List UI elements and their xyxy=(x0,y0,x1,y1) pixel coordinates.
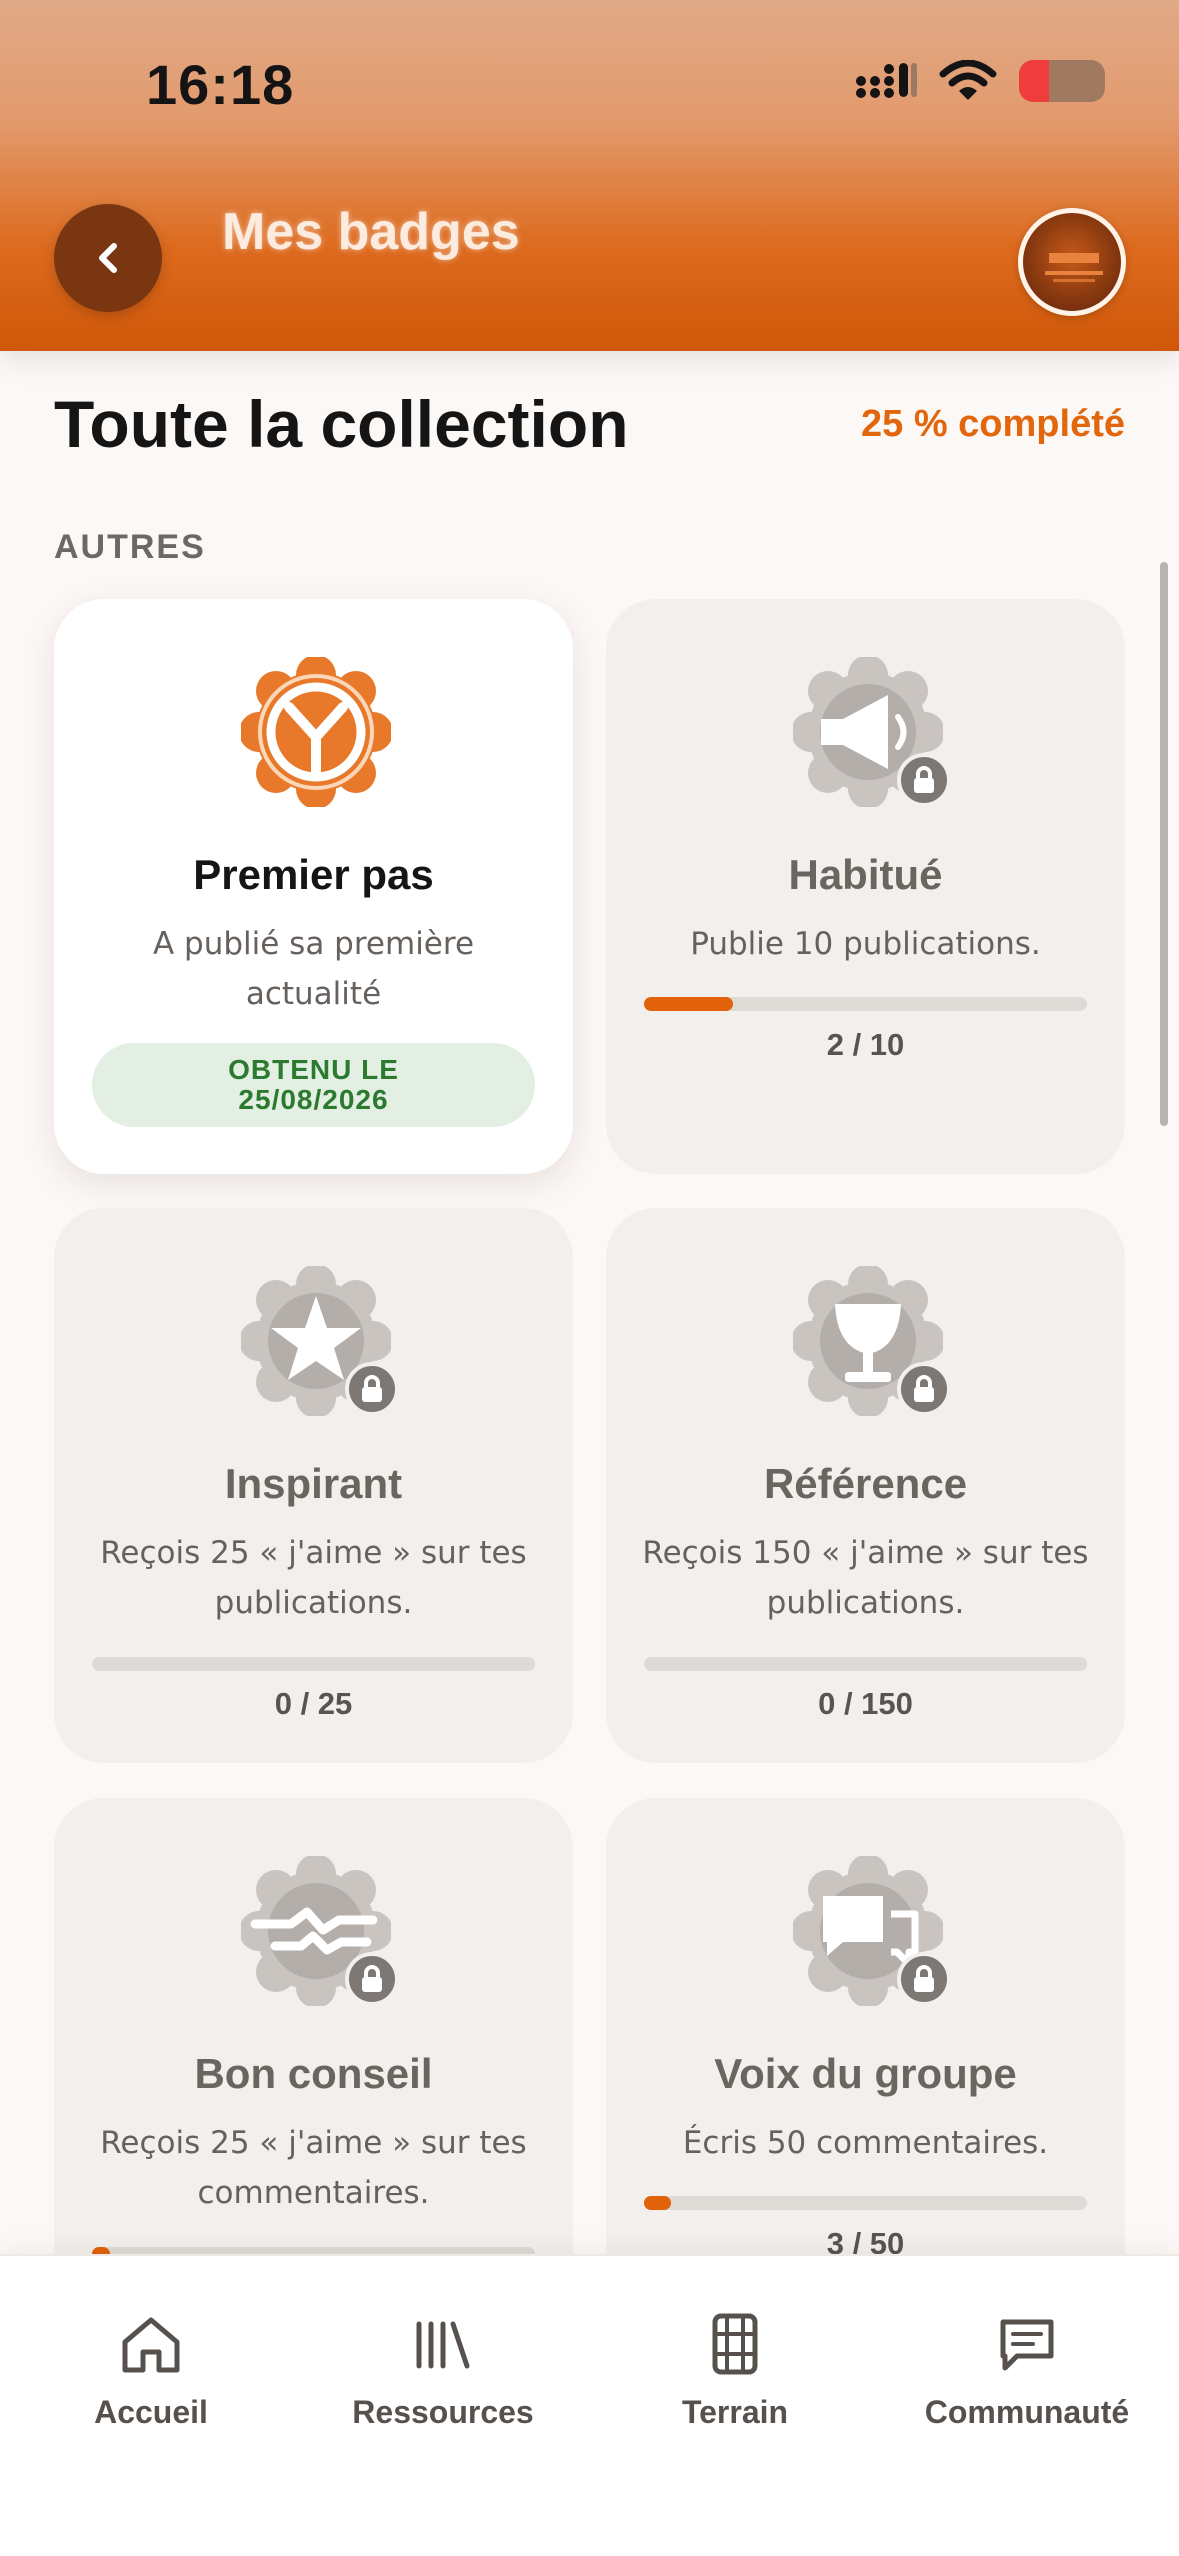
badge-title: Premier pas xyxy=(193,851,434,898)
library-icon xyxy=(416,2321,470,2369)
progress-count: 0 / 25 xyxy=(274,1686,353,1721)
category-label: AUTRES xyxy=(54,528,206,566)
terrain-icon xyxy=(712,2313,758,2375)
badge-title: Habitué xyxy=(788,851,943,898)
progress-bar xyxy=(92,1657,535,1671)
nav-label: Ressources xyxy=(352,2394,534,2430)
collection-title: Toute la collection xyxy=(54,387,629,461)
badge-description: Reçois 150 « j'aime » sur tes publicatio… xyxy=(642,1535,1089,1621)
progress-bar xyxy=(644,2196,1087,2210)
badge-title: Bon conseil xyxy=(194,2050,433,2097)
wifi-icon xyxy=(939,60,997,100)
progress-count: 2 / 10 xyxy=(826,1027,905,1062)
nav-label: Terrain xyxy=(681,2394,789,2430)
avatar[interactable] xyxy=(1018,208,1126,316)
y-logo-icon xyxy=(241,657,391,807)
cellular-signal-icon xyxy=(856,63,917,98)
badge-title: Voix du groupe xyxy=(714,2050,1017,2097)
message-icon xyxy=(1000,2319,1054,2371)
badge-description: Reçois 25 « j'aime » sur tes commentaire… xyxy=(100,2125,527,2211)
badge-description: Publie 10 publications. xyxy=(690,926,1041,962)
progress-count: 0 / 150 xyxy=(818,1686,913,1721)
home-icon xyxy=(122,2317,180,2373)
page-title: Mes badges xyxy=(222,203,520,261)
badge-description: Écris 50 commentaires. xyxy=(682,2125,1049,2161)
nav-label: Communauté xyxy=(924,2394,1130,2430)
badge-card-bon-conseil[interactable]: Bon conseil Reçois 25 « j'aime » sur tes… xyxy=(54,1798,573,2318)
nav-item-ressources[interactable]: Ressources xyxy=(296,2312,590,2431)
badge-card-habitue[interactable]: Habitué Publie 10 publications. 2 / 10 xyxy=(606,599,1125,1174)
badge-description: A publié sa première actualité xyxy=(152,926,475,1012)
badge-title: Référence xyxy=(763,1460,968,1507)
nav-item-accueil[interactable]: Accueil xyxy=(4,2312,298,2431)
collection-header: Toute la collection 25 % complété xyxy=(54,386,1125,462)
badge-card-inspirant[interactable]: Inspirant Reçois 25 « j'aime » sur tes p… xyxy=(54,1208,573,1763)
badge-description: Reçois 25 « j'aime » sur tes publication… xyxy=(100,1535,527,1621)
status-icons xyxy=(855,60,1105,102)
badge-card-premier-pas[interactable]: Premier pas A publié sa première actuali… xyxy=(54,599,573,1174)
nav-label: Accueil xyxy=(94,2394,208,2430)
badge-card-voix-du-groupe[interactable]: Voix du groupe Écris 50 commentaires. 3 … xyxy=(606,1798,1125,2318)
bottom-navigation: Accueil Ressources Terrain Communauté xyxy=(0,2254,1179,2556)
lock-icon xyxy=(345,1952,399,2006)
obtained-date: 25/08/2026 xyxy=(238,1084,389,1115)
progress-bar xyxy=(644,1657,1087,1671)
status-time: 16:18 xyxy=(146,53,295,116)
lock-icon xyxy=(897,753,951,807)
battery-icon xyxy=(1019,60,1105,102)
obtained-label: OBTENU LE xyxy=(228,1054,399,1085)
badge-title: Inspirant xyxy=(224,1460,403,1507)
nav-item-communaute[interactable]: Communauté xyxy=(880,2312,1174,2431)
lock-icon xyxy=(897,1952,951,2006)
completion-percentage: 25 % complété xyxy=(861,402,1125,445)
lock-icon xyxy=(897,1362,951,1416)
badge-card-reference[interactable]: Référence Reçois 150 « j'aime » sur tes … xyxy=(606,1208,1125,1763)
chevron-left-icon xyxy=(99,243,117,273)
obtained-badge: OBTENU LE 25/08/2026 xyxy=(92,1043,535,1127)
app-header: 16:18 Mes badges xyxy=(0,0,1179,351)
lock-icon xyxy=(345,1362,399,1416)
nav-item-terrain[interactable]: Terrain xyxy=(588,2312,882,2431)
progress-bar xyxy=(644,997,1087,1011)
back-button[interactable] xyxy=(54,204,162,312)
scrollbar[interactable] xyxy=(1160,562,1168,1126)
